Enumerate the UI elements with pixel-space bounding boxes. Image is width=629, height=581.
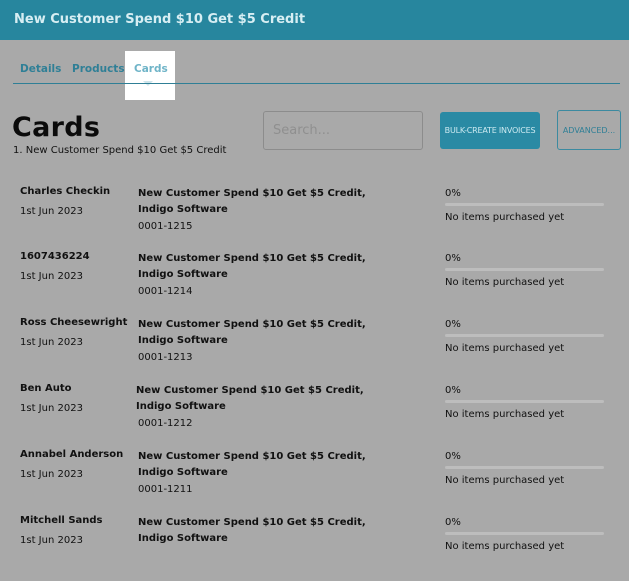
card-row[interactable]: Ben Auto 1st Jun 2023 New Customer Spend… — [0, 383, 629, 449]
card-code: 0001-1212 — [138, 418, 193, 429]
card-progress-percent: 0% — [445, 319, 461, 330]
card-progress-percent: 0% — [445, 517, 461, 528]
tab-cards[interactable]: Cards — [134, 63, 168, 75]
card-progress-bar — [445, 334, 604, 337]
card-product: New Customer Spend $10 Get $5 Credit, In… — [138, 451, 366, 478]
card-date: 1st Jun 2023 — [20, 403, 83, 414]
card-code: 0001-1214 — [138, 286, 193, 297]
card-status: No items purchased yet — [445, 475, 565, 486]
card-row[interactable]: 1607436224 1st Jun 2023 New Customer Spe… — [0, 251, 629, 317]
card-progress-percent: 0% — [445, 451, 461, 462]
card-row[interactable]: Ross Cheesewright 1st Jun 2023 New Custo… — [0, 317, 629, 383]
card-code: 0001-1213 — [138, 352, 193, 363]
promotion-title: New Customer Spend $10 Get $5 Credit — [14, 12, 306, 27]
tab-details[interactable]: Details — [20, 63, 61, 75]
card-date: 1st Jun 2023 — [20, 535, 83, 546]
advanced-button[interactable]: ADVANCED... — [557, 110, 621, 150]
tab-divider — [13, 83, 620, 84]
card-progress-bar — [445, 400, 604, 403]
card-row[interactable]: Mitchell Sands 1st Jun 2023 New Customer… — [0, 515, 629, 581]
tab-bar: Details Products Cards — [0, 40, 629, 100]
card-row[interactable]: Charles Checkin 1st Jun 2023 New Custome… — [0, 186, 629, 252]
card-product: New Customer Spend $10 Get $5 Credit, In… — [138, 517, 366, 544]
card-progress-bar — [445, 466, 604, 469]
card-progress-percent: 0% — [445, 253, 461, 264]
card-code: 0001-1215 — [138, 221, 193, 232]
card-holder-name: Mitchell Sands — [20, 515, 103, 526]
card-progress-bar — [445, 532, 604, 535]
card-status: No items purchased yet — [445, 541, 565, 552]
card-holder-name: Ross Cheesewright — [20, 317, 128, 328]
page-title: Cards — [12, 112, 101, 143]
tab-cards-highlight[interactable]: Cards — [125, 51, 175, 100]
card-progress-percent: 0% — [445, 188, 461, 199]
card-progress-percent: 0% — [445, 385, 461, 396]
card-status: No items purchased yet — [445, 409, 565, 420]
card-holder-name: Charles Checkin — [20, 186, 111, 197]
tab-products[interactable]: Products — [72, 63, 125, 75]
card-row[interactable]: Annabel Anderson 1st Jun 2023 New Custom… — [0, 449, 629, 515]
card-date: 1st Jun 2023 — [20, 337, 83, 348]
card-status: No items purchased yet — [445, 212, 565, 223]
card-product: New Customer Spend $10 Get $5 Credit, In… — [138, 188, 366, 215]
card-holder-name: Ben Auto — [20, 383, 72, 394]
card-code: 0001-1211 — [138, 484, 193, 495]
card-product: New Customer Spend $10 Get $5 Credit, In… — [138, 319, 366, 346]
page-subtitle: 1. New Customer Spend $10 Get $5 Credit — [13, 145, 227, 156]
card-status: No items purchased yet — [445, 343, 565, 354]
bulk-create-invoices-button[interactable]: BULK-CREATE INVOICES — [440, 112, 540, 149]
header-bar: New Customer Spend $10 Get $5 Credit — [0, 0, 629, 40]
card-holder-name: Annabel Anderson — [20, 449, 124, 460]
card-progress-bar — [445, 268, 604, 271]
card-status: No items purchased yet — [445, 277, 565, 288]
card-progress-bar — [445, 203, 604, 206]
card-product: New Customer Spend $10 Get $5 Credit, In… — [136, 385, 364, 412]
search-input[interactable] — [263, 111, 423, 150]
card-date: 1st Jun 2023 — [20, 469, 83, 480]
card-product: New Customer Spend $10 Get $5 Credit, In… — [138, 253, 366, 280]
card-date: 1st Jun 2023 — [20, 271, 83, 282]
card-holder-name: 1607436224 — [20, 251, 90, 262]
card-date: 1st Jun 2023 — [20, 206, 83, 217]
